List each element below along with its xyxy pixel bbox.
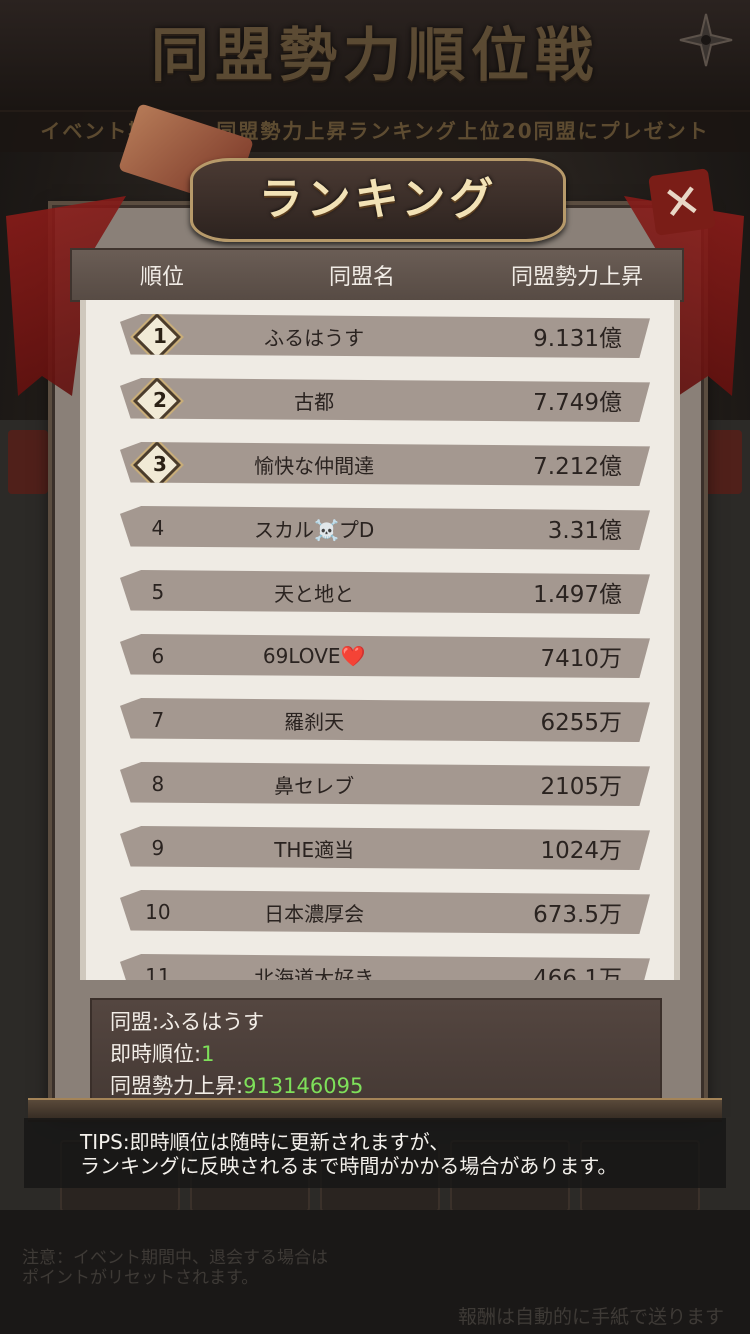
- ranking-row: 8 鼻セレブ 2105万: [120, 762, 650, 806]
- panel-banner: ランキング: [190, 158, 566, 242]
- power-increase-value: 6255万: [540, 710, 623, 736]
- rank-number: 4: [151, 516, 165, 540]
- column-header-rank: 順位: [139, 265, 184, 290]
- rank-label: 即時順位:: [110, 1042, 202, 1066]
- power-increase-value: 466.1万: [533, 966, 623, 980]
- alliance-name: THE適当: [274, 837, 355, 862]
- tips-line: ランキングに反映されるまで時間がかかる場合があります。: [80, 1154, 618, 1178]
- alliance-name: ふるはうす: [264, 325, 365, 350]
- panel-title: ランキング: [258, 174, 498, 225]
- rank-number: 10: [145, 900, 171, 924]
- alliance-label: 同盟:: [110, 1010, 160, 1034]
- ranking-row: 2 古都 7.749億: [120, 378, 650, 422]
- alliance-name: 日本濃厚会: [264, 901, 365, 926]
- power-increase-value: 1024万: [540, 838, 623, 864]
- my-rank-value: 1: [201, 1042, 215, 1066]
- shuriken-icon: [679, 13, 733, 67]
- power-increase-value: 7410万: [540, 646, 623, 672]
- table-header: 順位 同盟名 同盟勢力上昇: [70, 248, 684, 302]
- notice-line: ポイントがリセットされます。: [22, 1268, 259, 1288]
- rank-number: 11: [145, 964, 171, 980]
- tips-box: TIPS:即時順位は随時に更新されますが、 ランキングに反映されるまで時間がかか…: [24, 1118, 726, 1188]
- power-increase-value: 1.497億: [533, 582, 623, 608]
- column-header-power-increase: 同盟勢力上昇: [510, 265, 643, 290]
- my-rank-line: 即時順位:1: [110, 1038, 214, 1068]
- rank-cell: 1: [120, 314, 196, 358]
- rank-number: 9: [151, 836, 165, 860]
- alliance-name: 天と地と: [274, 581, 355, 606]
- ranking-row: 6 69LOVE❤️ 7410万: [120, 634, 650, 678]
- rank-cell: 2: [120, 378, 196, 422]
- ranking-row: 1 ふるはうす 9.131億: [120, 314, 650, 358]
- power-increase-value: 2105万: [540, 774, 623, 800]
- my-alliance-line: 同盟:ふるはうす: [110, 1006, 264, 1036]
- power-label: 同盟勢力上昇:: [110, 1074, 244, 1098]
- column-header-alliance-name: 同盟名: [328, 265, 395, 290]
- alliance-name: 羅刹天: [284, 709, 345, 734]
- power-increase-value: 9.131億: [533, 326, 623, 352]
- ranking-row: 10 日本濃厚会 673.5万: [120, 890, 650, 934]
- notice-text: 注意：イベント期間中、退会する場合は ポイントがリセットされます。: [22, 1248, 442, 1288]
- rank-number: 8: [151, 772, 165, 796]
- power-increase-value: 673.5万: [533, 902, 623, 928]
- alliance-name: 古都: [294, 389, 335, 414]
- ranking-row: 4 スカル☠️プD 3.31億: [120, 506, 650, 550]
- event-title: 同盟勢力順位戦: [150, 21, 599, 89]
- power-increase-value: 3.31億: [547, 518, 623, 544]
- my-power-value: 913146095: [243, 1074, 364, 1098]
- rank-number: 3: [153, 452, 167, 476]
- alliance-name: 愉快な仲間達: [254, 453, 375, 478]
- my-alliance-info: 同盟:ふるはうす 即時順位:1 同盟勢力上昇:913146095: [90, 998, 662, 1102]
- alliance-name: 69LOVE❤️: [262, 644, 366, 668]
- ranking-row: 11 北海道大好き 466.1万: [120, 954, 650, 980]
- ranking-row: 7 羅刹天 6255万: [120, 698, 650, 742]
- rank-number: 1: [153, 324, 167, 348]
- rank-number: 2: [153, 388, 167, 412]
- ranking-row: 5 天と地と 1.497億: [120, 570, 650, 614]
- ranking-row: 9 THE適当 1024万: [120, 826, 650, 870]
- my-alliance-name: ふるはうす: [159, 1010, 265, 1034]
- rank-number: 7: [151, 708, 165, 732]
- notice-line: 注意：イベント期間中、退会する場合は: [22, 1248, 328, 1268]
- alliance-name: 鼻セレブ: [274, 773, 355, 798]
- power-increase-value: 7.212億: [533, 454, 623, 480]
- tips-line: TIPS:即時順位は随時に更新されますが、: [80, 1130, 450, 1154]
- alliance-name: スカル☠️プD: [254, 517, 375, 542]
- reward-note: 報酬は自動的に手紙で送ります: [457, 1306, 724, 1328]
- event-header: 同盟勢力順位戦: [0, 0, 750, 112]
- alliance-name: 北海道大好き: [254, 965, 375, 981]
- rank-cell: 3: [120, 442, 196, 486]
- close-x-icon[interactable]: ✕: [648, 168, 716, 236]
- rank-number: 5: [151, 580, 165, 604]
- rank-number: 6: [151, 644, 165, 668]
- ranking-list[interactable]: 1 ふるはうす 9.131億 2 古都 7.749億 3 愉快な仲間達 7.21…: [80, 300, 680, 980]
- event-subtitle: イベント期間中、同盟勢力上昇ランキング上位20同盟にプレゼント: [0, 110, 750, 152]
- ranking-row: 3 愉快な仲間達 7.212億: [120, 442, 650, 486]
- side-tab-right: [702, 430, 742, 494]
- power-increase-value: 7.749億: [533, 390, 623, 416]
- side-tab-left: [8, 430, 48, 494]
- my-power-line: 同盟勢力上昇:913146095: [110, 1070, 363, 1100]
